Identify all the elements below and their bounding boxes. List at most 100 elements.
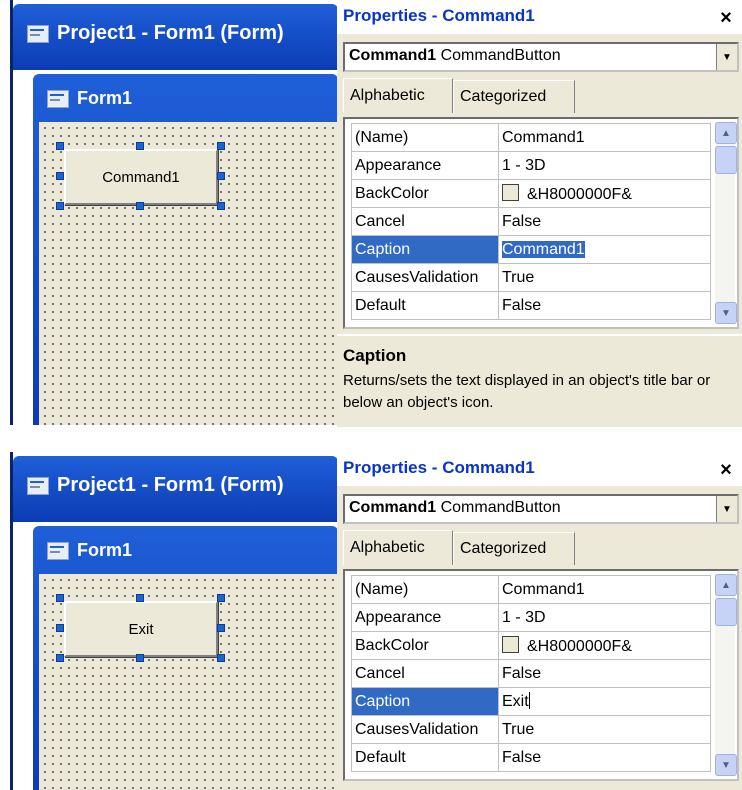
resize-handle[interactable]: [217, 654, 225, 662]
property-value[interactable]: False: [498, 207, 711, 236]
close-icon[interactable]: ×: [714, 6, 738, 30]
property-name: Appearance: [351, 603, 499, 632]
property-value-editor[interactable]: Exit: [498, 687, 711, 716]
property-value[interactable]: Command1: [498, 123, 711, 152]
vertical-scrollbar[interactable]: ▲ ▼: [715, 574, 737, 776]
property-row-selected[interactable]: Caption Exit: [351, 687, 711, 716]
form-title: Form1: [77, 88, 133, 108]
project-window-titlebar[interactable]: Project1 - Form1 (Form): [13, 4, 338, 70]
scroll-thumb[interactable]: [715, 146, 737, 174]
property-grid: (Name) Command1 Appearance 1 - 3D BackColo…: [343, 569, 739, 781]
properties-title: Properties - Command1: [343, 6, 535, 25]
property-value[interactable]: Command1: [498, 575, 711, 604]
resize-handle[interactable]: [217, 142, 225, 150]
property-row[interactable]: BackColor &H8000000F&: [351, 631, 711, 660]
form-icon: [47, 541, 69, 560]
tab-alphabetic[interactable]: Alphabetic: [343, 78, 453, 113]
resize-handle[interactable]: [136, 594, 144, 602]
tab-categorized[interactable]: Categorized: [453, 532, 575, 565]
property-value[interactable]: False: [498, 291, 711, 320]
property-row[interactable]: (Name) Command1: [351, 123, 711, 152]
command-button[interactable]: Exit: [64, 601, 218, 657]
property-row[interactable]: Cancel False: [351, 659, 711, 688]
command-button[interactable]: Command1: [64, 149, 218, 205]
tab-alphabetic[interactable]: Alphabetic: [343, 530, 453, 565]
window-icon: [27, 476, 49, 495]
scroll-thumb[interactable]: [715, 598, 737, 626]
object-selector[interactable]: Command1 CommandButton ▼: [343, 42, 739, 72]
description-title: Caption: [343, 346, 407, 365]
properties-title: Properties - Command1: [343, 458, 535, 477]
scroll-up-icon[interactable]: ▲: [715, 574, 737, 596]
property-name: CausesValidation: [351, 263, 499, 292]
property-grid: (Name) Command1 Appearance 1 - 3D BackColo…: [343, 117, 739, 329]
property-value[interactable]: 1 - 3D: [498, 603, 711, 632]
property-value[interactable]: False: [498, 659, 711, 688]
property-row[interactable]: CausesValidation True: [351, 263, 711, 292]
property-row[interactable]: BackColor &H8000000F&: [351, 179, 711, 208]
property-name: BackColor: [351, 631, 499, 660]
property-name: Appearance: [351, 151, 499, 180]
screenshot-bottom: Project1 - Form1 (Form) Form1 Exit Prope…: [0, 452, 742, 790]
resize-handle[interactable]: [56, 624, 64, 632]
form-designer-window: Project1 - Form1 (Form) Form1 Exit: [10, 452, 338, 790]
backcolor-value: &H8000000F&: [527, 637, 632, 655]
properties-titlebar[interactable]: Properties - Command1 ×: [337, 452, 742, 486]
form-canvas[interactable]: Exit: [39, 574, 338, 790]
property-row-selected[interactable]: Caption Command1: [351, 235, 711, 264]
property-value[interactable]: &H8000000F&: [498, 179, 711, 208]
property-name: BackColor: [351, 179, 499, 208]
property-row[interactable]: Appearance 1 - 3D: [351, 603, 711, 632]
property-value[interactable]: &H8000000F&: [498, 631, 711, 660]
property-name: (Name): [351, 123, 499, 152]
scroll-down-icon[interactable]: ▼: [715, 754, 737, 776]
form-window: Form1 Exit: [33, 526, 338, 790]
resize-handle[interactable]: [56, 172, 64, 180]
color-swatch-icon: [502, 635, 519, 653]
property-value-editor[interactable]: Command1: [498, 235, 711, 264]
properties-titlebar[interactable]: Properties - Command1 ×: [337, 0, 742, 34]
resize-handle[interactable]: [56, 594, 64, 602]
chevron-down-icon[interactable]: ▼: [716, 496, 737, 522]
resize-handle[interactable]: [56, 202, 64, 210]
caption-value[interactable]: Exit: [502, 693, 529, 710]
properties-window: Properties - Command1 × Command1 Command…: [337, 0, 742, 427]
resize-handle[interactable]: [136, 202, 144, 210]
object-selector[interactable]: Command1 CommandButton ▼: [343, 494, 739, 524]
resize-handle[interactable]: [136, 142, 144, 150]
tab-categorized[interactable]: Categorized: [453, 80, 575, 113]
property-row[interactable]: Cancel False: [351, 207, 711, 236]
form-designer-window: Project1 - Form1 (Form) Form1 Command1: [10, 0, 338, 425]
scroll-up-icon[interactable]: ▲: [715, 122, 737, 144]
scroll-down-icon[interactable]: ▼: [715, 302, 737, 324]
property-row[interactable]: Default False: [351, 743, 711, 772]
resize-handle[interactable]: [56, 142, 64, 150]
resize-handle[interactable]: [136, 654, 144, 662]
property-value[interactable]: 1 - 3D: [498, 151, 711, 180]
project-window-titlebar[interactable]: Project1 - Form1 (Form): [13, 456, 338, 522]
property-value[interactable]: True: [498, 263, 711, 292]
caption-value[interactable]: Command1: [502, 240, 585, 258]
property-row[interactable]: Default False: [351, 291, 711, 320]
property-row[interactable]: Appearance 1 - 3D: [351, 151, 711, 180]
resize-handle[interactable]: [217, 624, 225, 632]
form-canvas[interactable]: Command1: [39, 122, 338, 425]
resize-handle[interactable]: [217, 202, 225, 210]
form-title: Form1: [77, 540, 133, 560]
property-name: Cancel: [351, 207, 499, 236]
form-window: Form1 Command1: [33, 74, 338, 425]
resize-handle[interactable]: [56, 654, 64, 662]
property-row[interactable]: (Name) Command1: [351, 575, 711, 604]
property-value[interactable]: True: [498, 715, 711, 744]
resize-handle[interactable]: [217, 594, 225, 602]
property-value[interactable]: False: [498, 743, 711, 772]
property-row[interactable]: CausesValidation True: [351, 715, 711, 744]
vertical-scrollbar[interactable]: ▲ ▼: [715, 122, 737, 324]
property-name: Default: [351, 743, 499, 772]
chevron-down-icon[interactable]: ▼: [716, 44, 737, 70]
project-window-body: Form1 Command1: [13, 70, 338, 425]
description-pane: Caption Returns/sets the text displayed …: [337, 334, 742, 427]
close-icon[interactable]: ×: [714, 458, 738, 482]
resize-handle[interactable]: [217, 172, 225, 180]
property-name: (Name): [351, 575, 499, 604]
